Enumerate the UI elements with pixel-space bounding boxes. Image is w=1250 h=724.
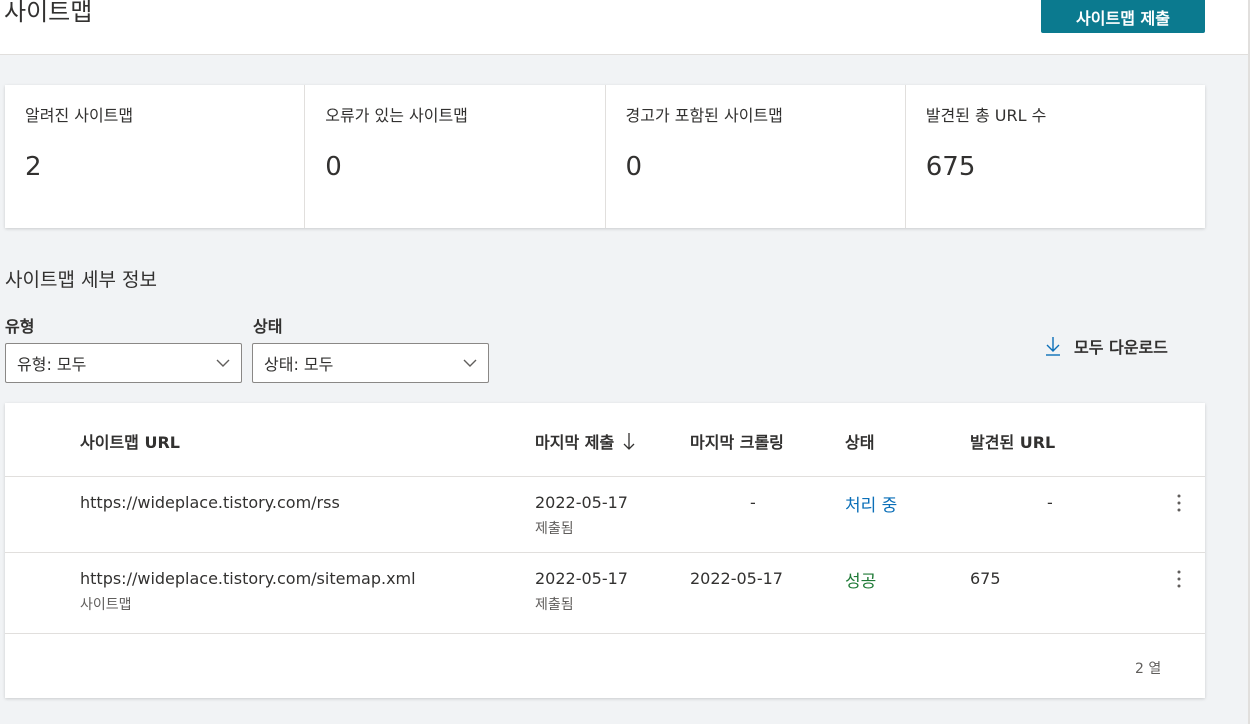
sitemap-table: 사이트맵 URL 마지막 제출 마지막 크롤링 상태 발견된 URL https… — [5, 403, 1205, 698]
row-url: https://wideplace.tistory.com/sitemap.xm… — [80, 569, 416, 613]
type-filter-label: 유형 — [5, 317, 35, 336]
row-count: 2 열 — [1135, 661, 1162, 677]
stat-discovered-urls[interactable]: 발견된 총 URL 수 675 — [906, 85, 1205, 228]
stat-label: 알려진 사이트맵 — [25, 106, 134, 125]
row-url: https://wideplace.tistory.com/rss — [80, 493, 340, 512]
more-options-icon[interactable] — [1171, 491, 1187, 515]
download-all-button[interactable]: 모두 다운로드 — [1044, 333, 1168, 359]
stat-label: 발견된 총 URL 수 — [925, 106, 1047, 125]
download-all-label: 모두 다운로드 — [1074, 338, 1168, 357]
row-discovered: - — [1047, 493, 1053, 512]
row-status: 성공 — [845, 572, 877, 592]
stat-error-sitemaps[interactable]: 오류가 있는 사이트맵 0 — [305, 85, 606, 228]
status-filter-label: 상태 — [253, 317, 283, 336]
status-filter-dropdown[interactable]: 상태: 모두 — [252, 343, 489, 383]
page-title: 사이트맵 — [4, 0, 93, 26]
row-status: 처리 중 — [845, 496, 898, 516]
chevron-down-icon — [463, 359, 477, 367]
status-filter-value: 상태: 모두 — [264, 355, 334, 374]
col-last-submitted[interactable]: 마지막 제출 — [535, 429, 636, 453]
row-submitted: 2022-05-17 제출됨 — [535, 493, 628, 537]
more-options-icon[interactable] — [1171, 567, 1187, 591]
row-crawled: - — [750, 493, 756, 512]
type-filter-dropdown[interactable]: 유형: 모두 — [5, 343, 242, 383]
stat-value: 0 — [625, 152, 643, 182]
table-header: 사이트맵 URL 마지막 제출 마지막 크롤링 상태 발견된 URL — [5, 403, 1205, 477]
table-row[interactable]: https://wideplace.tistory.com/sitemap.xm… — [5, 553, 1205, 634]
table-row[interactable]: https://wideplace.tistory.com/rss 2022-0… — [5, 477, 1205, 553]
arrow-down-icon — [1046, 337, 1060, 356]
section-title: 사이트맵 세부 정보 — [5, 269, 157, 291]
stat-value: 0 — [325, 152, 342, 182]
arrow-down-icon — [623, 433, 635, 450]
submit-sitemap-button[interactable]: 사이트맵 제출 — [1041, 0, 1205, 33]
stat-label: 오류가 있는 사이트맵 — [325, 106, 468, 125]
stat-value: 675 — [925, 152, 976, 182]
summary-stats: 알려진 사이트맵 2 오류가 있는 사이트맵 0 경고가 포함된 사이트맵 0 … — [5, 85, 1205, 228]
row-crawled: 2022-05-17 — [690, 569, 783, 588]
row-discovered: 675 — [970, 569, 1001, 588]
stat-warning-sitemaps[interactable]: 경고가 포함된 사이트맵 0 — [606, 85, 906, 228]
stat-value: 2 — [25, 152, 42, 182]
stat-known-sitemaps[interactable]: 알려진 사이트맵 2 — [5, 85, 306, 228]
row-submitted: 2022-05-17 제출됨 — [535, 569, 628, 613]
chevron-down-icon — [216, 359, 230, 367]
col-sitemap-url[interactable]: 사이트맵 URL — [80, 429, 180, 453]
page-header: 사이트맵 사이트맵 제출 — [0, 0, 1250, 55]
col-discovered-urls[interactable]: 발견된 URL — [970, 429, 1055, 453]
type-filter-value: 유형: 모두 — [17, 355, 87, 374]
stat-label: 경고가 포함된 사이트맵 — [625, 106, 783, 125]
col-status[interactable]: 상태 — [845, 429, 874, 453]
col-last-crawled[interactable]: 마지막 크롤링 — [690, 429, 784, 453]
